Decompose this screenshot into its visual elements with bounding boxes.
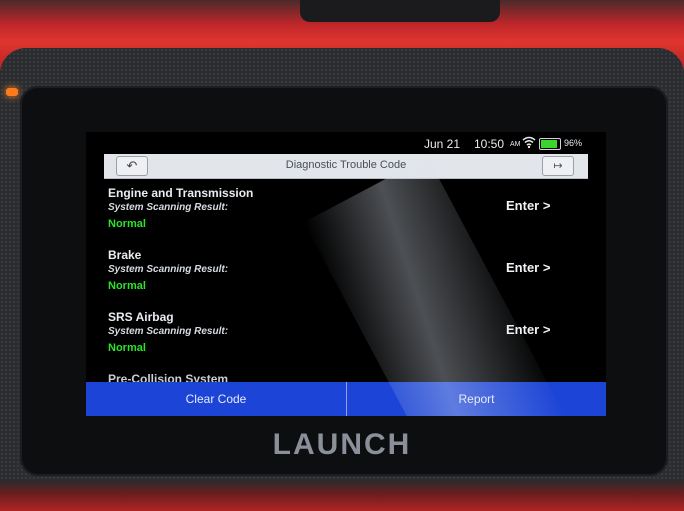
system-name: Engine and Transmission — [108, 186, 254, 200]
page-title: Diagnostic Trouble Code — [285, 159, 407, 171]
battery-icon — [539, 138, 561, 150]
exit-button[interactable]: ↦ — [542, 156, 574, 176]
enter-button[interactable]: Enter > — [506, 322, 550, 337]
list-item[interactable]: Engine and Transmission System Scanning … — [86, 178, 606, 238]
status-date: Jun 21 — [424, 137, 461, 151]
battery-fill — [541, 140, 557, 148]
device-bottom-frame — [0, 480, 684, 511]
system-subtitle: System Scanning Result: — [108, 326, 229, 337]
report-button[interactable]: Report — [347, 382, 606, 416]
status-time: 10:50 — [474, 137, 505, 151]
device-screen: Jun 21 10:50 AM 96% ↶ Diagnostic Trouble… — [86, 132, 606, 416]
clear-code-button[interactable]: Clear Code — [86, 382, 347, 416]
status-badge: Normal — [108, 280, 146, 292]
wifi-icon — [522, 135, 536, 152]
brand-logo: LAUNCH — [272, 428, 412, 461]
system-list[interactable]: Engine and Transmission System Scanning … — [86, 178, 606, 386]
system-name: SRS Airbag — [108, 310, 174, 324]
status-bar: Jun 21 10:50 AM 96% — [86, 132, 606, 154]
title-bar: ↶ Diagnostic Trouble Code ↦ — [104, 154, 588, 179]
battery-percent: 96% — [564, 138, 583, 148]
exit-icon: ↦ — [553, 160, 563, 172]
enter-button[interactable]: Enter > — [506, 198, 550, 213]
system-subtitle: System Scanning Result: — [108, 264, 229, 275]
status-badge: Normal — [108, 218, 146, 230]
status-ampm: AM — [510, 141, 521, 148]
system-name: Brake — [108, 248, 142, 262]
enter-button[interactable]: Enter > — [506, 260, 550, 275]
status-badge: Normal — [108, 342, 146, 354]
bottom-action-bar: Clear Code Report — [86, 382, 606, 416]
power-led — [6, 88, 18, 96]
system-subtitle: System Scanning Result: — [108, 202, 229, 213]
list-item[interactable]: SRS Airbag System Scanning Result: Norma… — [86, 302, 606, 362]
list-item[interactable]: Brake System Scanning Result: Normal Ent… — [86, 240, 606, 300]
